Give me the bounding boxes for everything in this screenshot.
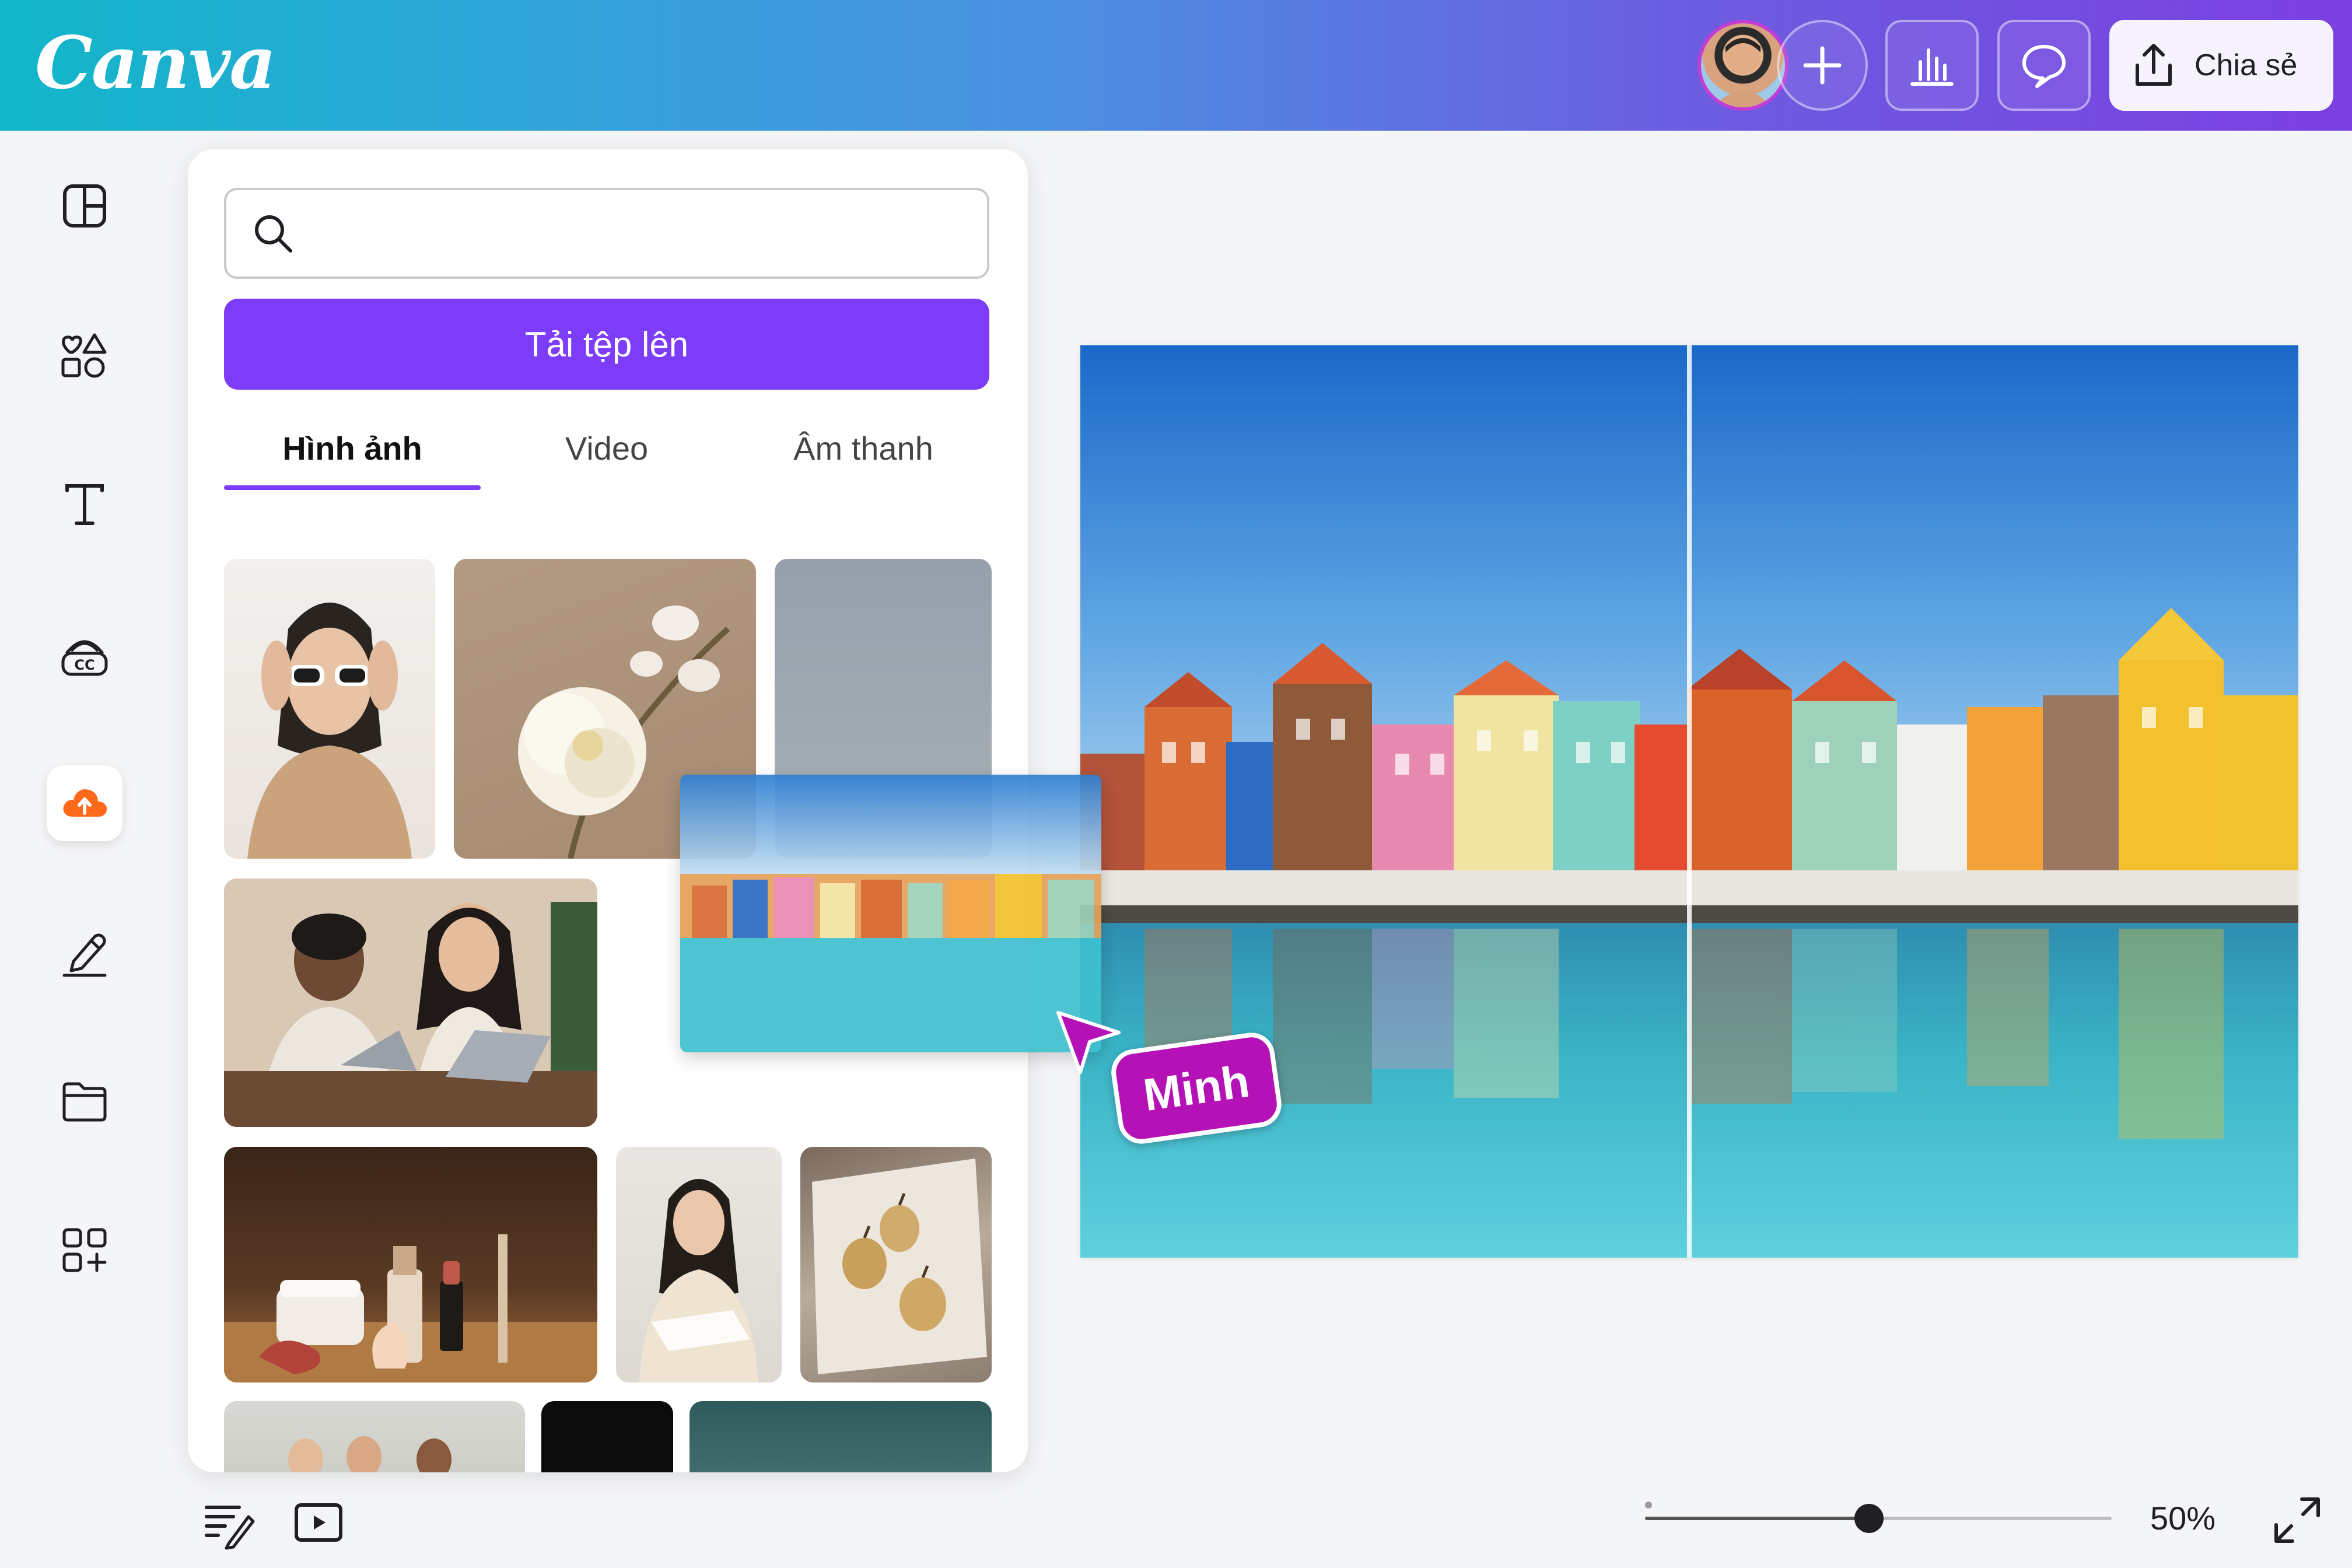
photo-woman-reading (639, 1179, 758, 1382)
media-tabs: Hình ảnh Video Âm thanh (224, 429, 989, 499)
sidebar-item-draw[interactable] (47, 915, 123, 991)
photo-woman-sunglasses (247, 603, 412, 859)
top-bar: Canva Chia sẻ (0, 0, 2352, 131)
expand-icon (2274, 1497, 2320, 1543)
image-thumbnail-woman-reading[interactable] (616, 1147, 782, 1382)
play-icon (295, 1503, 342, 1542)
zoom-percentage[interactable]: 50% (2150, 1499, 2216, 1537)
image-thumbnail-group[interactable] (224, 1401, 525, 1472)
tab-images[interactable]: Hình ảnh (224, 429, 481, 467)
projects-icon (62, 1082, 107, 1122)
zoom-slider-handle[interactable] (1854, 1504, 1884, 1533)
image-thumbnail-dark[interactable] (541, 1401, 673, 1472)
sidebar-item-elements[interactable] (47, 317, 123, 393)
add-collaborator-button[interactable] (1777, 20, 1868, 111)
photo-cosmetics (224, 1234, 597, 1382)
notes-button[interactable] (198, 1493, 257, 1552)
insights-icon (1910, 48, 1954, 86)
dragged-canal-image (680, 775, 1101, 1052)
brand-icon: CC (61, 640, 108, 676)
tab-audio[interactable]: Âm thanh (735, 429, 992, 467)
notes-icon (205, 1506, 255, 1550)
image-thumbnail-colleagues-laptops[interactable] (224, 878, 597, 1127)
apps-icon (62, 1228, 107, 1272)
sidebar-item-uploads[interactable] (47, 765, 123, 841)
sidebar-item-brand[interactable]: CC (47, 616, 123, 692)
add-icon (1803, 46, 1842, 85)
elements-icon (61, 333, 107, 378)
svg-text:CC: CC (74, 657, 94, 673)
image-thumbnail-pears[interactable] (800, 1147, 992, 1382)
canva-logo[interactable]: Canva (35, 21, 276, 106)
comment-icon (2022, 45, 2066, 88)
layout-icon (63, 184, 106, 228)
image-thumbnail-woman-sunglasses[interactable] (224, 559, 435, 859)
sidebar-item-projects[interactable] (47, 1063, 123, 1139)
photo-pears (812, 1158, 987, 1374)
active-tab-indicator (224, 485, 481, 490)
zoom-min-dot (1645, 1502, 1652, 1508)
zoom-slider-fill (1645, 1517, 1869, 1520)
zoom-slider[interactable] (1645, 1504, 2112, 1533)
search-box[interactable] (224, 188, 989, 279)
image-thumbnail-palms[interactable] (690, 1401, 992, 1472)
share-icon (2136, 44, 2172, 86)
share-label: Chia sẻ (2194, 48, 2298, 82)
insights-button[interactable] (1885, 20, 1979, 111)
comment-button[interactable] (1997, 20, 2091, 111)
text-icon (65, 484, 104, 525)
tab-video[interactable]: Video (478, 429, 735, 467)
sidebar-item-design[interactable] (47, 168, 123, 244)
upload-icon (63, 789, 107, 817)
dragged-image-preview[interactable] (680, 775, 1101, 1052)
search-input[interactable] (314, 215, 987, 251)
image-thumbnail-cosmetics[interactable] (224, 1147, 597, 1382)
photo-group (288, 1436, 452, 1472)
fullscreen-button[interactable] (2268, 1491, 2326, 1549)
upload-files-button[interactable]: Tải tệp lên (224, 299, 989, 390)
draw-icon (62, 933, 107, 977)
search-icon (255, 215, 292, 253)
sidebar-item-apps[interactable] (47, 1212, 123, 1288)
share-button[interactable]: Chia sẻ (2109, 20, 2333, 111)
user-avatar[interactable] (1698, 20, 1788, 111)
sidebar-item-text[interactable] (47, 467, 123, 542)
avatar-face-icon (1714, 38, 1772, 107)
photo-colleagues (224, 878, 597, 1127)
present-button[interactable] (289, 1493, 348, 1552)
